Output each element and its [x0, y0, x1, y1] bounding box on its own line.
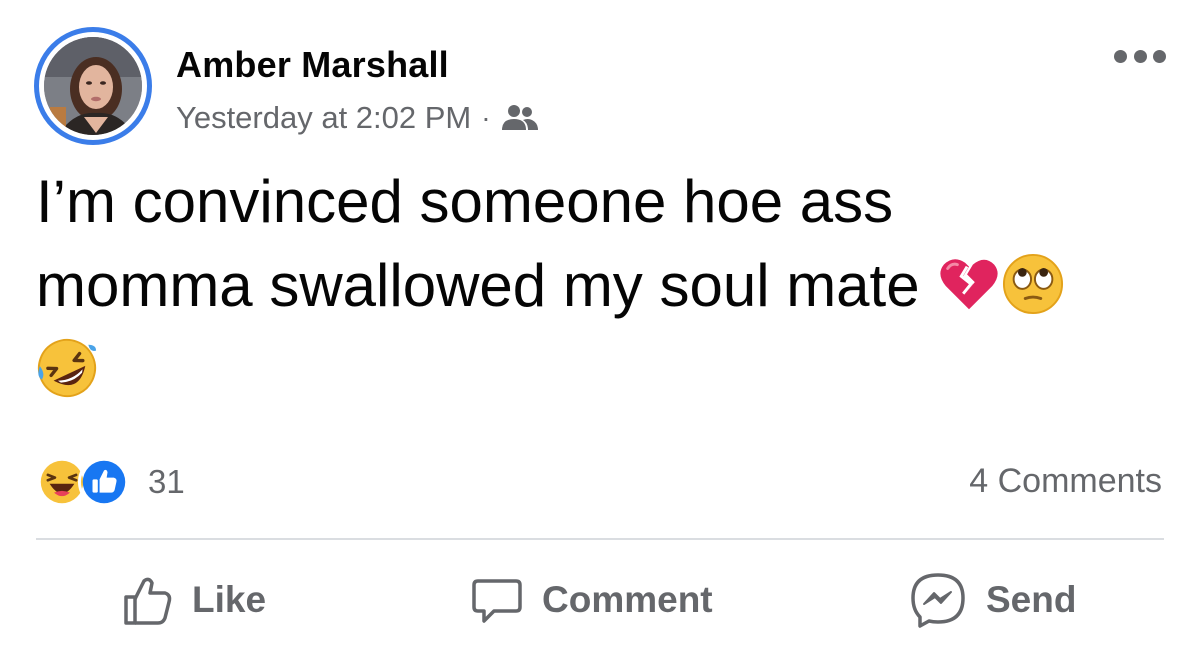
friends-icon[interactable]: [501, 103, 539, 133]
send-button[interactable]: Send: [908, 568, 1076, 632]
rofl-icon: [36, 337, 98, 399]
comment-icon: [472, 579, 522, 623]
post-meta: Yesterday at 2:02 PM ·: [176, 100, 539, 136]
divider: [36, 538, 1164, 540]
reactions-summary[interactable]: 31: [36, 456, 185, 508]
broken-heart-icon: [938, 253, 1000, 315]
like-label: Like: [192, 579, 267, 620]
facebook-post: Amber Marshall Yesterday at 2:02 PM · I’…: [0, 0, 1200, 655]
dot-icon: [1153, 49, 1166, 63]
send-label: Send: [986, 579, 1077, 620]
profile-photo: [44, 37, 142, 135]
more-options-button[interactable]: [1114, 44, 1166, 68]
dot-icon: [1133, 49, 1147, 63]
post-text-line-2: momma swallowed my soul mate: [36, 244, 1156, 328]
messenger-icon: [911, 573, 965, 628]
meta-separator: ·: [481, 102, 491, 133]
comments-count-link[interactable]: 4 Comments: [969, 462, 1162, 501]
eye-roll-icon: [1002, 253, 1064, 315]
like-button[interactable]: Like: [120, 568, 266, 632]
reaction-count: 31: [148, 463, 185, 500]
comment-button[interactable]: Comment: [470, 568, 713, 632]
avatar[interactable]: [34, 27, 152, 145]
author-name[interactable]: Amber Marshall: [176, 44, 449, 86]
post-text-line-1: I’m convinced someone hoe ass: [36, 168, 894, 235]
comment-label: Comment: [542, 579, 713, 620]
timestamp[interactable]: Yesterday at 2:02 PM: [176, 100, 471, 136]
post-text: I’m convinced someone hoe ass momma swal…: [36, 160, 1156, 412]
post-text-line-3: [36, 328, 1156, 412]
thumbs-up-icon: [124, 577, 172, 625]
like-icon: [78, 456, 130, 508]
dot-icon: [1114, 49, 1127, 63]
